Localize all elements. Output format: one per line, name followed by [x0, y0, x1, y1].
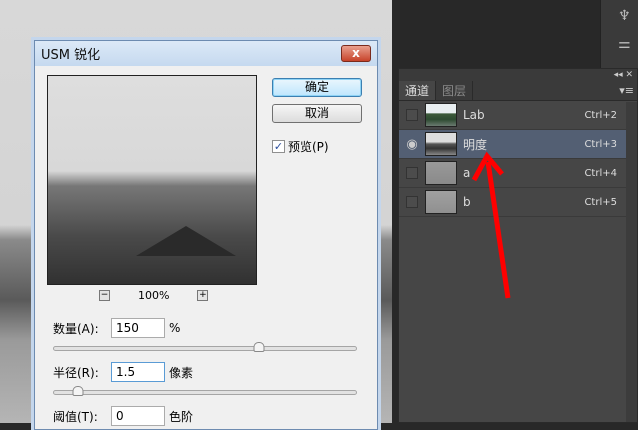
channel-thumbnail — [425, 132, 457, 156]
channel-thumbnail — [425, 161, 457, 185]
radius-slider-thumb[interactable] — [72, 386, 84, 396]
channel-shortcut: Ctrl+2 — [584, 109, 617, 121]
roof-shape — [136, 226, 236, 256]
panel-menu-icon[interactable]: ▾≡ — [619, 84, 634, 97]
channel-row[interactable]: Lab Ctrl+2 — [399, 101, 627, 130]
radius-unit: 像素 — [169, 365, 194, 380]
panel-collapse-close[interactable]: ◂◂ ✕ — [399, 69, 637, 81]
visibility-toggle[interactable] — [399, 196, 425, 208]
amount-unit: % — [169, 321, 181, 335]
radius-slider[interactable] — [53, 386, 357, 396]
channel-shortcut: Ctrl+5 — [584, 196, 617, 208]
panel-scrollbar[interactable] — [626, 102, 637, 422]
adjust-sliders-icon[interactable]: ⚌ — [618, 36, 631, 52]
eye-icon[interactable]: ◉ — [399, 137, 425, 152]
ok-button[interactable]: 确定 — [272, 78, 362, 97]
checkbox-icon[interactable]: ✓ — [272, 140, 285, 153]
brush-presets-icon[interactable]: ♆ — [618, 8, 631, 24]
red-arrow-annotation — [471, 151, 511, 299]
amount-slider-thumb[interactable] — [253, 342, 265, 352]
threshold-input[interactable]: 0 — [111, 406, 165, 426]
zoom-level: 100% — [138, 289, 170, 302]
threshold-unit: 色阶 — [169, 409, 194, 424]
channel-shortcut: Ctrl+4 — [584, 167, 617, 179]
channel-thumbnail — [425, 190, 457, 214]
preview-checkbox[interactable]: ✓ 预览(P) — [272, 138, 329, 155]
close-button[interactable]: x — [341, 45, 371, 62]
channel-thumbnail — [425, 103, 457, 127]
visibility-toggle[interactable] — [399, 167, 425, 179]
radius-input[interactable]: 1.5 — [111, 362, 165, 382]
visibility-toggle[interactable] — [399, 109, 425, 121]
amount-label: 数量(A): — [53, 321, 99, 336]
tab-layers[interactable]: 图层 — [436, 81, 474, 100]
channel-name: Lab — [463, 108, 485, 122]
dialog-title: USM 锐化 — [35, 41, 377, 66]
preview-image[interactable] — [47, 75, 257, 285]
usm-sharpen-dialog: USM 锐化 x 确定 取消 ✓ 预览(P) − 100% + 数量(A): 150… — [34, 40, 378, 430]
amount-slider[interactable] — [53, 342, 357, 352]
zoom-in-button[interactable]: + — [197, 290, 209, 301]
threshold-label: 阈值(T): — [53, 409, 98, 424]
cancel-button[interactable]: 取消 — [272, 104, 362, 123]
radius-label: 半径(R): — [53, 365, 99, 380]
preview-label: 预览(P) — [288, 140, 329, 154]
amount-input[interactable]: 150 — [111, 318, 165, 338]
arrow-shaft — [485, 161, 511, 299]
tab-channels[interactable]: 通道 — [399, 81, 437, 100]
channel-shortcut: Ctrl+3 — [584, 138, 617, 150]
zoom-out-button[interactable]: − — [99, 290, 110, 301]
